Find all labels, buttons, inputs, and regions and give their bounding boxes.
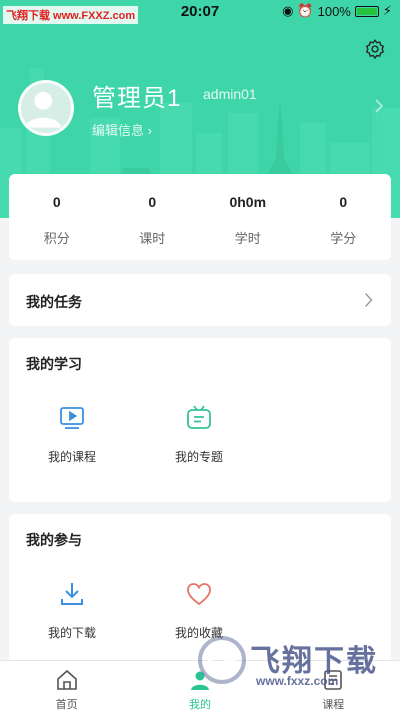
my-tasks-row[interactable]: 我的任务 bbox=[9, 274, 391, 326]
download-icon bbox=[61, 583, 83, 605]
video-course-icon bbox=[60, 407, 84, 429]
stats-card: 0 积分 0 课时 0h0m 学时 0 学分 bbox=[9, 174, 391, 260]
my-downloads-item[interactable]: 我的下载 bbox=[22, 580, 122, 641]
my-topics-item[interactable]: 我的专题 bbox=[149, 404, 249, 465]
tab-label: 我的 bbox=[188, 699, 211, 711]
edit-info-link[interactable]: 编辑信息 › bbox=[92, 120, 152, 139]
watermark-top: 飞翔下载 www.FXXZ.com bbox=[3, 6, 139, 24]
stat-value: 0h0m bbox=[229, 194, 267, 210]
tab-home[interactable]: 首页 bbox=[0, 661, 133, 712]
stat-value: 0 bbox=[52, 194, 61, 210]
stat-credits[interactable]: 0 学分 bbox=[296, 174, 392, 260]
my-downloads-label: 我的下载 bbox=[47, 626, 96, 640]
home-icon bbox=[56, 669, 77, 690]
my-topics-label: 我的专题 bbox=[174, 450, 223, 464]
my-tasks-title: 我的任务 bbox=[26, 294, 82, 310]
settings-gear-icon[interactable] bbox=[364, 38, 386, 60]
stat-value: 0 bbox=[148, 194, 157, 210]
alarm-icon: ⏰ bbox=[297, 3, 314, 18]
battery-percent: 100% bbox=[317, 3, 351, 19]
tab-label: 首页 bbox=[55, 699, 78, 711]
stat-points[interactable]: 0 积分 bbox=[9, 174, 105, 260]
edit-info-label: 编辑信息 bbox=[92, 123, 145, 138]
default-avatar-icon bbox=[25, 91, 62, 128]
watermark-url: www.fxxz.com bbox=[256, 674, 339, 688]
my-courses-item[interactable]: 我的课程 bbox=[22, 404, 122, 465]
my-study-card: 我的学习 我的课程 我的专题 bbox=[9, 338, 391, 502]
watermark-logo-icon bbox=[198, 636, 246, 684]
stat-label: 学分 bbox=[330, 231, 357, 246]
user-id: admin01 bbox=[203, 86, 257, 102]
lock-rotation-icon: ◉ bbox=[282, 3, 294, 18]
heart-icon bbox=[187, 583, 211, 606]
user-name: 管理员1 bbox=[92, 85, 182, 112]
stat-value: 0 bbox=[339, 194, 348, 210]
stat-label: 课时 bbox=[139, 231, 166, 246]
stat-label: 积分 bbox=[43, 231, 70, 246]
watermark-logo: 飞翔下载 www.fxxz.com bbox=[194, 630, 384, 694]
charging-icon: ⚡ bbox=[382, 3, 392, 18]
chevron-right-icon: › bbox=[147, 123, 152, 138]
topic-icon bbox=[187, 405, 211, 429]
avatar[interactable] bbox=[18, 80, 74, 136]
chevron-right-icon[interactable] bbox=[374, 98, 384, 114]
my-participation-title: 我的参与 bbox=[26, 532, 82, 548]
status-right: ◉ ⏰ 100% ⚡ bbox=[282, 3, 392, 19]
stat-lessons[interactable]: 0 课时 bbox=[105, 174, 201, 260]
my-courses-label: 我的课程 bbox=[47, 450, 96, 464]
stat-label: 学时 bbox=[234, 231, 261, 246]
chevron-right-icon bbox=[364, 293, 373, 307]
stat-study-hours[interactable]: 0h0m 学时 bbox=[200, 174, 296, 260]
battery-icon bbox=[354, 5, 379, 17]
tab-label: 课程 bbox=[322, 699, 345, 711]
my-study-title: 我的学习 bbox=[26, 356, 82, 372]
